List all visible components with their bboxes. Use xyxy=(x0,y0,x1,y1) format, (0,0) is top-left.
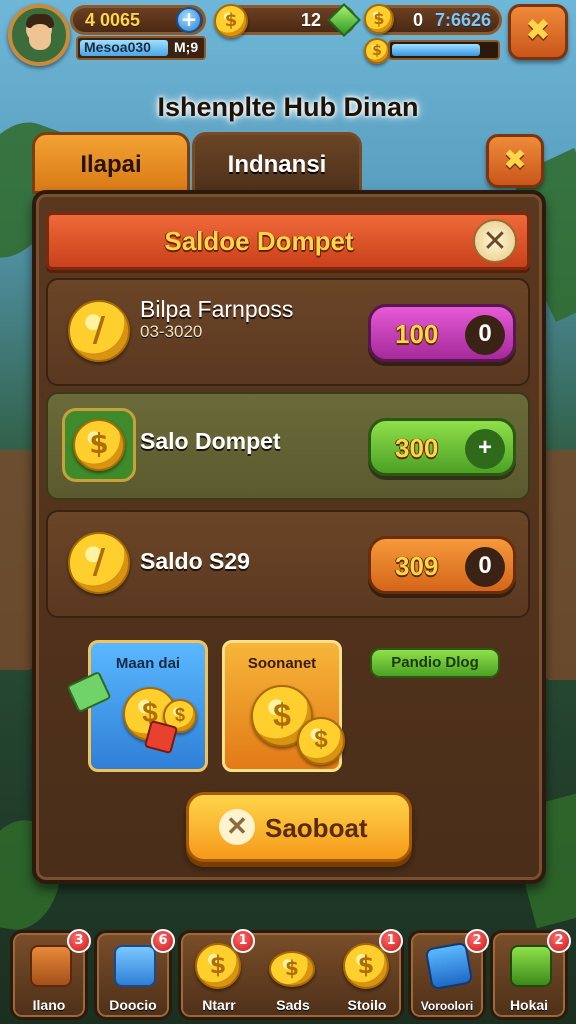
row-title: Salo Dompet xyxy=(140,428,281,454)
bottom-nav: 3 Ilano 6 Doocio $ 1 Ntarr $ Sads $ 1 St… xyxy=(0,922,576,1024)
top-close-button[interactable]: ✖ xyxy=(508,4,568,60)
close-icon: ✖ xyxy=(503,143,527,176)
coin-icon: $ xyxy=(73,419,125,471)
row-title: Saldo S29 xyxy=(140,548,250,574)
coins-icon: $ xyxy=(269,951,315,987)
row-value-cap: 0 xyxy=(465,547,505,587)
card-title: Soonanet xyxy=(247,655,317,672)
row-value-button[interactable]: 300 + xyxy=(368,418,516,476)
nav-item-stoilo[interactable]: $ 1 Stoilo xyxy=(331,929,403,1017)
list-item: $ Salo Dompet 300 + xyxy=(46,392,530,500)
panel-close-button[interactable]: ✖ xyxy=(486,134,544,188)
gold-coin-icon: $ xyxy=(364,38,390,64)
close-icon: ✖ xyxy=(525,13,551,48)
row-value-button[interactable]: 309 0 xyxy=(368,536,516,594)
chest-icon xyxy=(30,945,72,987)
cash-icon xyxy=(510,945,552,987)
gold-coin-icon: $ xyxy=(214,4,248,38)
wallet-banner: Saldoe Dompet ✕ xyxy=(46,212,530,270)
list-item: / Bilpa Farnposs 03-3020 100 0 xyxy=(46,278,530,386)
nav-item-voroolori[interactable]: 2 Voroolori xyxy=(408,929,489,1020)
coin-badge-icon: $ xyxy=(62,408,136,482)
currency-3-extra: 7:6626 xyxy=(435,10,492,30)
currency-3-value: 0 xyxy=(413,10,424,30)
coin-icon: / xyxy=(68,300,130,362)
background-hut xyxy=(544,450,576,680)
player-avatar[interactable] xyxy=(8,4,70,66)
card-title: Maan dai xyxy=(115,655,181,672)
plus-icon: + xyxy=(465,429,505,469)
xp-progress-fill xyxy=(392,44,480,56)
nav-label: Hokai xyxy=(509,997,549,1013)
nav-badge: 3 xyxy=(67,929,91,953)
row-subtitle: 03-3020 xyxy=(140,322,203,341)
main-action-button[interactable]: ✕ Saoboat xyxy=(186,792,412,862)
nav-label: Ntarr xyxy=(202,997,236,1013)
map-icon xyxy=(424,941,474,991)
currency-2-value: 12 xyxy=(301,10,322,30)
pandio-dlog-button[interactable]: Pandio Dlog xyxy=(370,648,500,678)
nav-label: Doocio xyxy=(109,997,157,1013)
tab-indnansi[interactable]: Indnansi xyxy=(192,132,362,194)
nav-center-group: $ 1 Ntarr $ Sads $ 1 Stoilo xyxy=(178,929,404,1020)
nav-badge: 1 xyxy=(379,929,403,953)
player-name-left: Mesoa030 xyxy=(84,39,151,55)
card-soonanet[interactable]: Soonanet $ $ xyxy=(222,640,345,772)
nav-item-ilano[interactable]: 3 Ilano xyxy=(10,929,91,1020)
xp-progress-bar xyxy=(388,40,500,60)
nav-label: Sads xyxy=(276,997,310,1013)
card-icon xyxy=(143,719,179,755)
hub-title: Ishenplte Hub Dinan xyxy=(157,92,419,122)
main-action-label: Saoboat xyxy=(265,813,368,843)
close-icon: ✕ xyxy=(219,809,255,845)
nav-item-doocio[interactable]: 6 Doocio xyxy=(94,929,175,1020)
nav-label: Ilano xyxy=(32,997,66,1013)
row-value: 309 xyxy=(395,551,439,581)
nav-badge: 2 xyxy=(465,929,489,953)
nav-item-sads[interactable]: $ Sads xyxy=(257,933,329,1017)
list-item: / Saldo S29 309 0 xyxy=(46,510,530,618)
row-value: 100 xyxy=(395,319,439,349)
coin-icon: $ xyxy=(297,717,345,765)
player-name-bar: Mesoa030 M;9 xyxy=(76,36,206,60)
row-value-cap: 0 xyxy=(465,315,505,355)
background-hut xyxy=(0,450,34,670)
tab-ilapai[interactable]: Ilapai xyxy=(32,132,190,194)
nav-item-hokai[interactable]: 2 Hokai xyxy=(490,929,571,1020)
row-title: Bilpa Farnposs xyxy=(140,296,294,322)
row-value-button[interactable]: 100 0 xyxy=(368,304,516,362)
nav-badge: 6 xyxy=(151,929,175,953)
nav-badge: 2 xyxy=(547,929,571,953)
banner-title: Saldoe Dompet xyxy=(164,226,354,256)
avatar-face xyxy=(29,24,51,50)
nav-label: Voroolori xyxy=(420,999,474,1013)
top-hud: 4 0065 + Mesoa030 M;9 12 $ 0 7:6626 $ $ … xyxy=(0,0,576,70)
nav-item-ntarr[interactable]: $ 1 Ntarr xyxy=(183,929,255,1017)
row-value: 300 xyxy=(395,433,439,463)
gold-coin-icon: $ xyxy=(364,4,394,34)
nav-label: Stoilo xyxy=(347,997,387,1013)
coin-icon: / xyxy=(68,532,130,594)
close-icon[interactable]: ✕ xyxy=(473,219,517,263)
currency-1-value: 4 0065 xyxy=(85,10,141,30)
add-currency-1-button[interactable]: + xyxy=(176,7,202,33)
card-maan-dai[interactable]: Maan dai $ $ xyxy=(66,640,208,772)
box-icon xyxy=(114,945,156,987)
nav-badge: 1 xyxy=(231,929,255,953)
player-name-right: M;9 xyxy=(174,39,199,55)
